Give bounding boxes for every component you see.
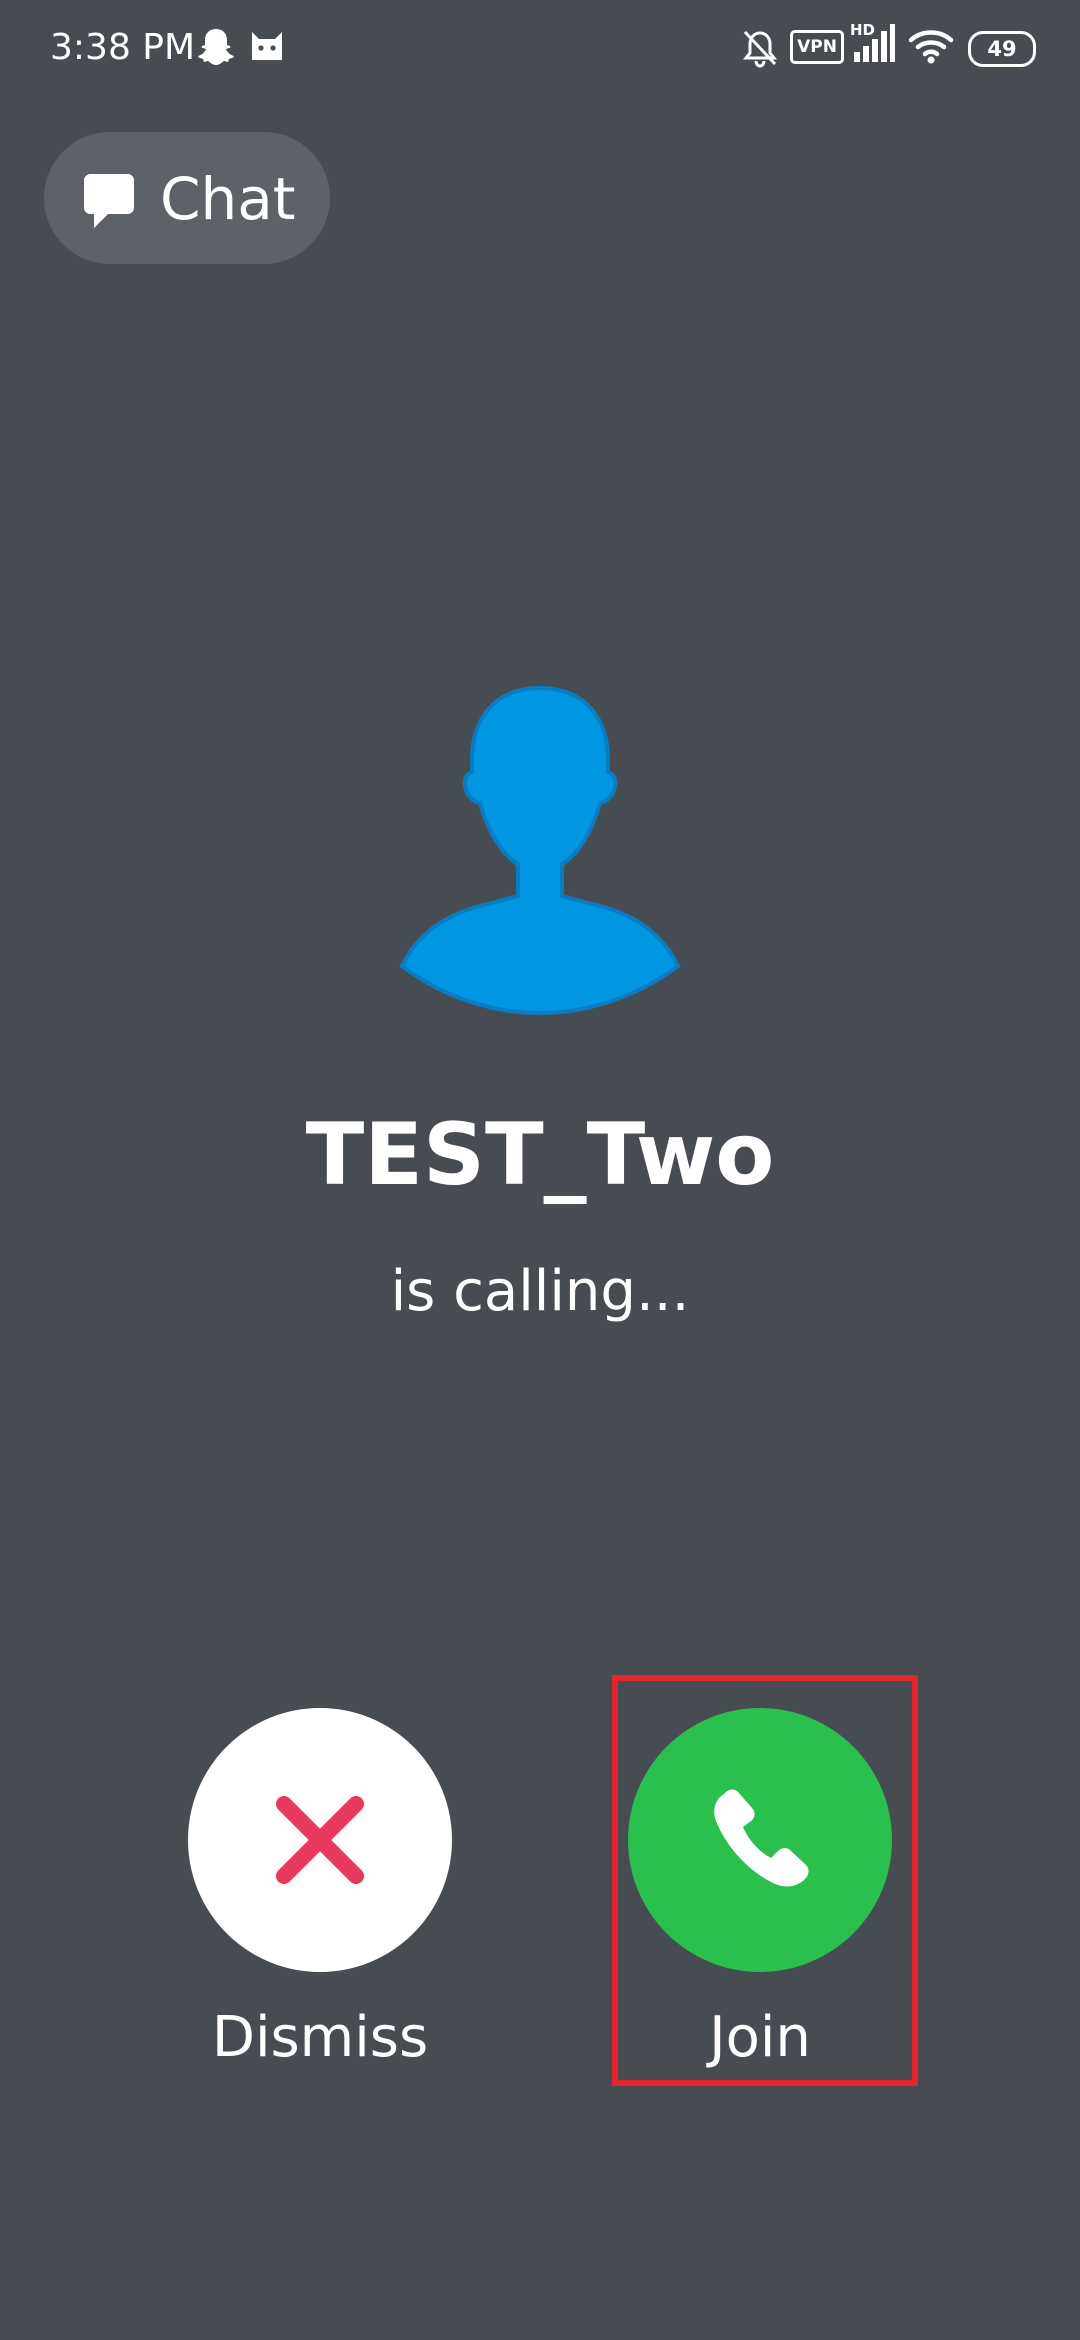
join-label: Join <box>709 2005 811 2070</box>
caller-avatar-icon <box>398 682 682 1070</box>
chat-button-label: Chat <box>160 165 296 233</box>
snapchat-ghost-icon <box>196 26 236 72</box>
bell-muted-icon <box>740 28 780 72</box>
dismiss-button[interactable] <box>188 1708 452 1972</box>
chat-bubble-icon <box>82 172 136 234</box>
close-icon <box>276 1796 364 1884</box>
vpn-badge: VPN <box>790 30 844 64</box>
status-bar: 3:38 PM VPN HD 49 <box>0 0 1080 96</box>
phone-icon <box>714 1789 809 1887</box>
join-button[interactable] <box>628 1708 892 1972</box>
status-time: 3:38 PM <box>50 27 196 68</box>
incoming-call-screen: 3:38 PM VPN HD 49 Chat TEST_Two is calli… <box>0 0 1080 2340</box>
call-status-text: is calling... <box>390 1259 690 1324</box>
cat-app-icon <box>248 26 286 70</box>
dismiss-label: Dismiss <box>211 2005 429 2070</box>
battery-indicator: 49 <box>968 31 1036 67</box>
wifi-icon <box>908 26 954 70</box>
caller-name: TEST_Two <box>305 1105 775 1205</box>
chat-button[interactable]: Chat <box>44 132 330 264</box>
